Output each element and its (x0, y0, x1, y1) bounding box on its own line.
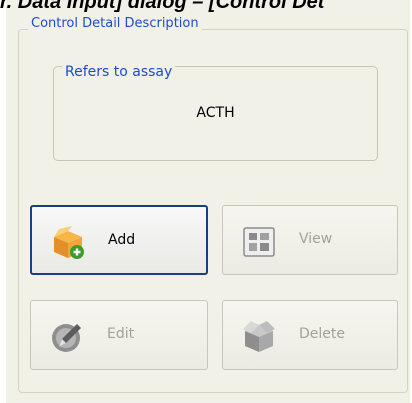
edit-pen-icon (49, 319, 85, 355)
document-caption: r. Data Input] dialog – [Control Det (0, 0, 325, 13)
view-label: View (299, 231, 333, 247)
add-box-icon (50, 225, 86, 261)
add-label: Add (108, 232, 136, 248)
delete-label: Delete (299, 326, 345, 342)
assay-label: Refers to assay (62, 64, 176, 80)
delete-button[interactable]: Delete (222, 300, 398, 370)
edit-button[interactable]: Edit (30, 300, 208, 370)
view-button[interactable]: View (222, 205, 398, 275)
delete-box-icon (241, 319, 277, 355)
add-button[interactable]: Add (30, 205, 208, 275)
view-grid-icon (241, 224, 277, 260)
edit-label: Edit (107, 326, 135, 342)
assay-value: ACTH (196, 105, 235, 121)
group-title: Control Detail Description (28, 16, 202, 31)
